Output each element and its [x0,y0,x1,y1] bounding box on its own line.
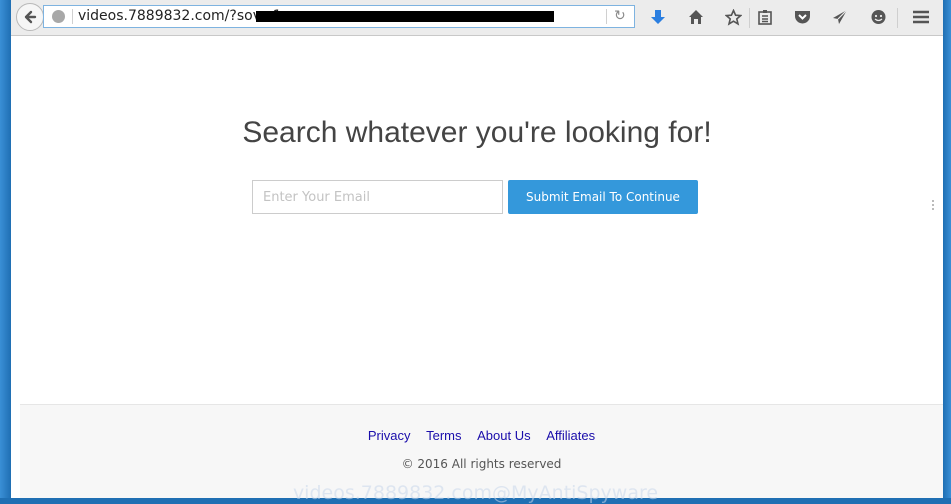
footer-link-about-us[interactable]: About Us [477,428,530,443]
url-bar[interactable]: videos.7889832.com/?sov=1 ↻ [43,5,635,28]
window-frame-left [0,0,11,504]
window-frame-right [943,0,951,504]
menu-icon[interactable] [910,6,932,28]
redacted-url-segment [256,11,554,22]
footer-link-terms[interactable]: Terms [426,428,461,443]
reload-icon[interactable]: ↻ [614,7,626,24]
copyright-text: © 2016 All rights reserved [401,457,562,471]
reading-list-icon[interactable] [754,6,776,28]
url-text[interactable]: videos.7889832.com/?sov=1 [78,8,282,24]
footer-links: Privacy Terms About Us Affiliates [20,428,943,443]
share-icon[interactable] [829,6,851,28]
page-content: Search whatever you're looking for! Subm… [11,36,943,404]
back-button[interactable] [16,3,44,31]
submit-email-button[interactable]: Submit Email To Continue [508,180,698,214]
reload-separator [606,9,607,24]
home-icon[interactable] [685,6,707,28]
toolbar-separator [749,8,750,28]
back-arrow-icon [24,10,37,24]
url-separator [72,9,73,24]
resize-grip[interactable] [932,200,934,212]
globe-icon [52,10,65,23]
toolbar-separator [897,8,898,28]
browser-window: videos.7889832.com/?sov=1 ↻ Search whate… [11,0,943,498]
footer-link-privacy[interactable]: Privacy [368,428,411,443]
browser-toolbar: videos.7889832.com/?sov=1 ↻ [11,0,943,36]
pocket-icon[interactable] [791,6,813,28]
chat-icon[interactable] [867,6,889,28]
footer-link-affiliates[interactable]: Affiliates [546,428,595,443]
watermark-text: videos.7889832.com@MyAntiSpyware [292,482,659,504]
bookmark-star-icon[interactable] [722,6,744,28]
page-headline: Search whatever you're looking for! [242,116,712,149]
downloads-icon[interactable] [647,6,669,28]
email-input[interactable] [252,180,503,214]
